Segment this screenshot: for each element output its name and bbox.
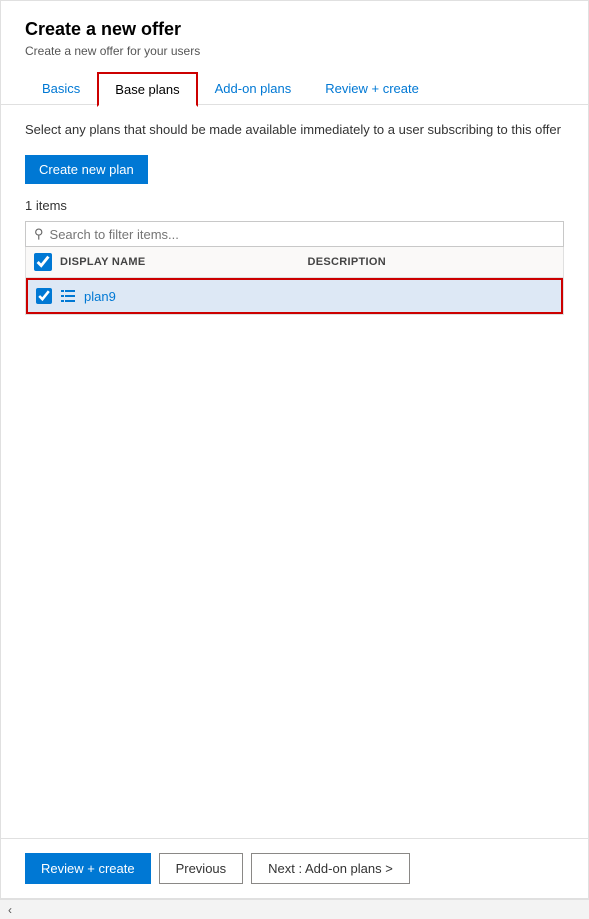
bottom-scrollbar-bar: ‹	[0, 899, 589, 919]
search-container: ⚲	[25, 221, 564, 247]
tab-basics[interactable]: Basics	[25, 72, 97, 105]
page-subtitle: Create a new offer for your users	[25, 44, 564, 58]
table-container: DISPLAY NAME DESCRIPTION plan9	[25, 247, 564, 315]
tab-add-on-plans[interactable]: Add-on plans	[198, 72, 309, 105]
tab-review-create[interactable]: Review + create	[308, 72, 436, 105]
tabs-row: Basics Base plans Add-on plans Review + …	[25, 72, 564, 105]
review-create-button[interactable]: Review + create	[25, 853, 151, 884]
plan-name: plan9	[84, 289, 553, 304]
section-description: Select any plans that should be made ava…	[25, 121, 564, 139]
search-icon: ⚲	[34, 226, 44, 242]
previous-button[interactable]: Previous	[159, 853, 244, 884]
table-row[interactable]: plan9	[26, 278, 563, 314]
spacer	[1, 585, 588, 838]
scroll-left-icon[interactable]: ‹	[8, 903, 12, 917]
plan-list-icon	[60, 288, 76, 304]
header-section: Create a new offer Create a new offer fo…	[1, 1, 588, 105]
create-new-plan-button[interactable]: Create new plan	[25, 155, 148, 184]
col-header-description: DESCRIPTION	[308, 256, 556, 268]
col-header-display-name: DISPLAY NAME	[60, 256, 308, 268]
tab-base-plans[interactable]: Base plans	[97, 72, 197, 107]
search-input[interactable]	[50, 227, 555, 242]
row-checkbox[interactable]	[36, 288, 52, 304]
page-title: Create a new offer	[25, 19, 564, 40]
content-section: Select any plans that should be made ava…	[1, 105, 588, 585]
items-count: 1 items	[25, 198, 564, 213]
footer-section: Review + create Previous Next : Add-on p…	[1, 838, 588, 898]
table-header: DISPLAY NAME DESCRIPTION	[26, 247, 563, 278]
select-all-checkbox[interactable]	[34, 253, 52, 271]
next-addon-plans-button[interactable]: Next : Add-on plans >	[251, 853, 410, 884]
